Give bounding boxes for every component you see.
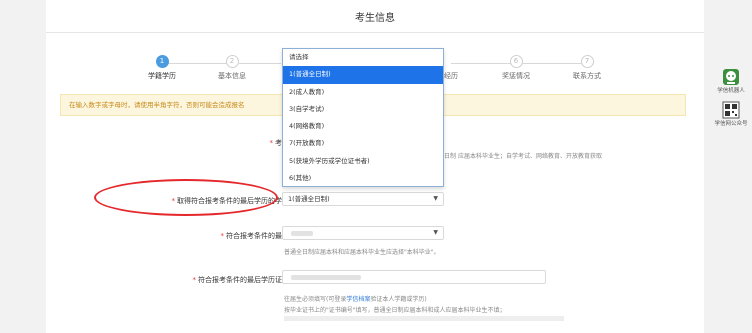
step-1[interactable]: 1 学籍学历 [132,55,192,81]
study-form-dropdown[interactable]: 请选择 1(普通全日制) 2(成人教育) 3(自学考试) 4(网络教育) 7(开… [282,48,444,187]
robot-button[interactable]: 学信机器人 [714,68,748,95]
annotation-ellipse [94,179,278,216]
source-label: *考生来源： [70,138,311,148]
required-mark: * [269,139,274,147]
cert-no-label: * 符合报考条件的最后学历证书编号： [192,276,311,284]
source-hint: 应届本科毕业生；自学考试、网络教育、开放教育获取 [458,153,603,160]
dropdown-option[interactable]: 请选择 [283,49,443,66]
cert-no-hint-1: 往届生必须填写(可登录学信档案验证本人学籍或学历) [284,296,427,303]
cert-no-hint-2: 按毕业证书上的"证书编号"填写，普通全日制应届本科和成人应届本科毕业生不填； [284,307,506,314]
step-number: 1 [155,55,169,68]
dropdown-option[interactable]: 3(自学考试) [283,101,443,118]
required-mark: * [192,276,197,284]
study-form-value: 1(普通全日制) [288,195,330,203]
step-label: 联系方式 [573,72,601,80]
step-7[interactable]: 7 联系方式 [557,55,617,81]
required-mark: * [220,232,225,240]
dropdown-option[interactable]: 4(网络教育) [283,118,443,135]
dropdown-option[interactable]: 2(成人教育) [283,84,443,101]
step-number: 6 [509,55,523,68]
blurred-value [291,231,313,236]
dropdown-option[interactable]: 7(开放教育) [283,135,443,152]
cert-no-hint-3 [284,316,564,321]
source-hint-prefix: 日制 [444,153,457,160]
robot-label: 学信机器人 [717,88,745,94]
step-label: 奖惩情况 [502,72,530,80]
qr-label: 学信网公众号 [714,121,748,127]
qr-button[interactable]: 学信网公众号 [714,101,748,128]
cert-no-input[interactable] [282,270,546,284]
robot-icon [722,68,740,86]
step-6[interactable]: 6 奖惩情况 [486,55,546,81]
last-degree-select[interactable]: ▼ [282,226,444,240]
dropdown-caret-icon: ▼ [433,195,438,202]
step-label: 学籍学历 [148,72,176,80]
blurred-value [291,275,361,280]
dropdown-caret-icon: ▼ [433,229,438,236]
dropdown-option-selected[interactable]: 1(普通全日制) [283,66,443,84]
step-number: 7 [580,55,594,68]
xuexin-archive-link[interactable]: 学信档案 [346,296,370,303]
dropdown-option[interactable]: 5(获境外学历或学位证书者) [283,153,443,170]
dropdown-option[interactable]: 6(其他) [283,170,443,187]
side-float-panel: 学信机器人 学信网公众号 [714,68,748,134]
title-divider [46,32,704,33]
step-label: 基本信息 [218,72,246,80]
last-degree-label: * 符合报考条件的最后学历： [220,232,311,240]
qr-code-icon [722,101,740,119]
step-number: 2 [225,55,239,68]
study-form-select[interactable]: 1(普通全日制) ▼ [282,192,444,206]
step-2[interactable]: 2 基本信息 [202,55,262,81]
last-degree-hint: 普通全日制应届本科和应届本科毕业生应选择"本科毕业"。 [284,249,440,256]
page-title: 考生信息 [355,13,395,24]
